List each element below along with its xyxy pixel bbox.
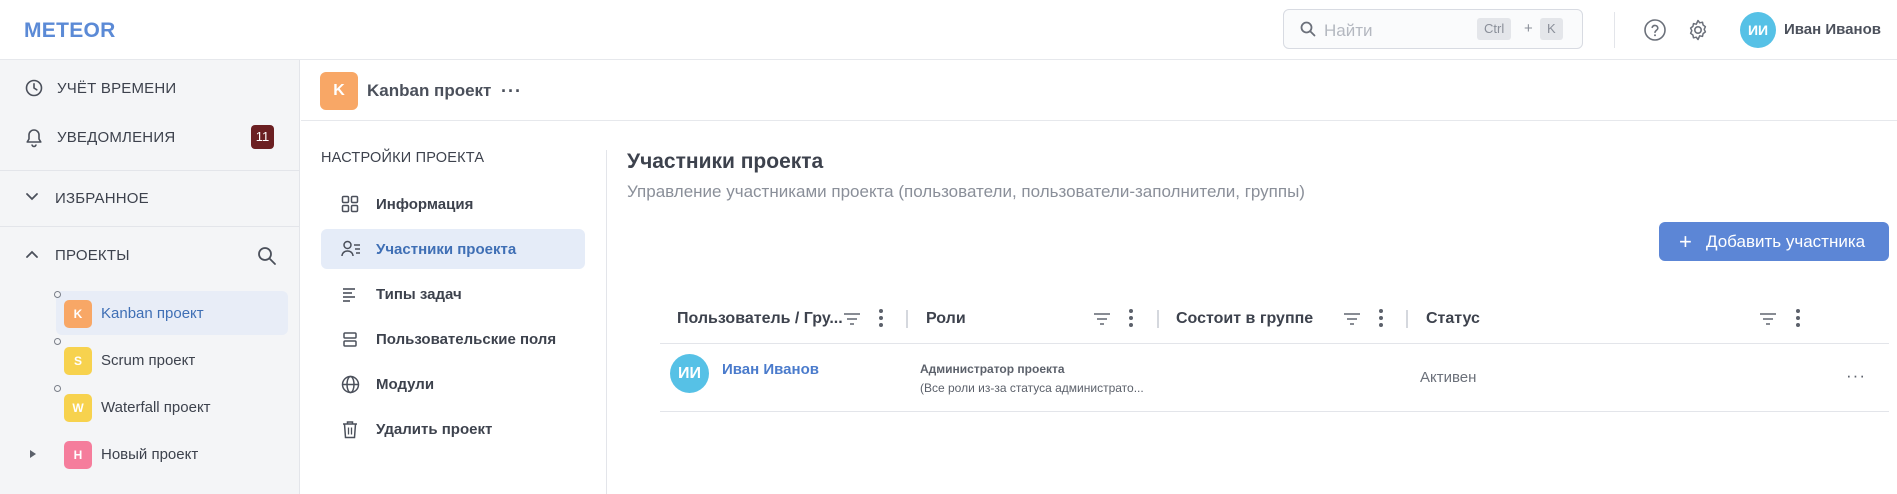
column-menu-icon[interactable] <box>1379 309 1383 329</box>
sidebar-section-label: ПРОЕКТЫ <box>55 247 130 264</box>
column-header-user[interactable]: Пользователь / Гру... <box>677 310 843 330</box>
column-menu-icon[interactable] <box>1796 309 1800 329</box>
search-icon <box>1300 21 1316 37</box>
project-item-kanban[interactable]: K Kanban проект <box>54 291 288 335</box>
search-box[interactable]: Найти Ctrl + K <box>1283 9 1583 49</box>
column-header-status[interactable]: Статус <box>1426 310 1480 330</box>
column-resize-handle[interactable] <box>1406 310 1408 328</box>
settings-nav-label: Типы задач <box>376 286 462 303</box>
bell-icon <box>26 129 42 148</box>
filter-icon[interactable] <box>1093 311 1111 327</box>
trash-icon <box>343 421 357 439</box>
add-member-button-label: Добавить участника <box>1706 232 1866 251</box>
member-status: Активен <box>1420 369 1477 386</box>
sidebar-item-label: УВЕДОМЛЕНИЯ <box>57 129 176 146</box>
globe-icon <box>341 375 360 394</box>
column-resize-handle[interactable] <box>906 310 908 328</box>
sidebar-item-time-tracking[interactable]: УЧЁТ ВРЕМЕНИ <box>0 68 300 108</box>
project-item-waterfall[interactable]: W Waterfall проект <box>54 385 288 429</box>
header-divider <box>1614 12 1615 48</box>
settings-nav-label: Информация <box>376 196 474 213</box>
settings-nav-label: Удалить проект <box>376 421 493 438</box>
user-avatar[interactable]: ИИ <box>1740 12 1776 48</box>
column-resize-handle[interactable] <box>1157 310 1159 328</box>
chevron-up-icon <box>26 250 38 258</box>
project-item-scrum[interactable]: S Scrum проект <box>54 338 288 382</box>
settings-nav-label: Участники проекта <box>376 241 517 258</box>
member-role-note: (Все роли из-за статуса администрато... <box>920 381 1144 395</box>
settings-nav-label: Пользовательские поля <box>376 331 557 348</box>
plus-icon: + <box>1679 229 1692 254</box>
chevron-down-icon <box>26 193 38 201</box>
column-menu-icon[interactable] <box>1129 309 1133 329</box>
column-menu-icon[interactable] <box>879 309 883 329</box>
project-tile: W <box>64 394 92 422</box>
settings-nav-modules[interactable]: Модули <box>321 364 585 404</box>
project-header: K Kanban проект ··· <box>301 60 1897 121</box>
project-name: Scrum проект <box>101 352 196 369</box>
project-title: Kanban проект <box>367 81 492 100</box>
column-header-group[interactable]: Состоит в группе <box>1176 310 1313 330</box>
column-header-roles[interactable]: Роли <box>926 310 966 330</box>
gear-icon[interactable] <box>1686 18 1710 42</box>
notifications-badge: 11 <box>251 125 274 149</box>
user-name[interactable]: Иван Иванов <box>1784 21 1881 38</box>
project-tile: Н <box>64 441 92 469</box>
shortcut-plus: + <box>1524 20 1533 37</box>
search-icon[interactable] <box>257 246 277 266</box>
list-icon <box>343 288 355 302</box>
search-input[interactable]: Найти <box>1324 21 1373 41</box>
fields-icon <box>343 332 357 347</box>
project-name: Kanban проект <box>101 305 204 322</box>
page-title: Участники проекта <box>627 150 824 173</box>
member-name-link[interactable]: Иван Иванов <box>722 361 819 378</box>
sidebar-section-favorites[interactable]: ИЗБРАННОЕ <box>0 178 300 218</box>
sidebar-item-notifications[interactable]: УВЕДОМЛЕНИЯ 11 <box>0 117 300 157</box>
sidebar-item-label: УЧЁТ ВРЕМЕНИ <box>57 80 177 97</box>
tree-node-icon <box>54 291 61 298</box>
content-divider <box>606 150 607 494</box>
tree-node-icon <box>54 385 61 392</box>
clock-icon <box>25 79 43 97</box>
app-logo[interactable]: METEOR <box>24 19 116 43</box>
filter-icon[interactable] <box>843 311 861 327</box>
project-name: Waterfall проект <box>101 399 211 416</box>
settings-nav-label: Модули <box>376 376 435 393</box>
settings-nav-members[interactable]: Участники проекта <box>321 229 585 269</box>
settings-nav-delete-project[interactable]: Удалить проект <box>321 409 585 449</box>
project-tile: K <box>64 300 92 328</box>
settings-nav-info[interactable]: Информация <box>321 184 585 224</box>
tree-node-icon <box>54 338 61 345</box>
project-tile: S <box>64 347 92 375</box>
top-header: METEOR Найти Ctrl + K ИИ Иван Иванов <box>0 0 1897 60</box>
shortcut-ctrl: Ctrl <box>1477 18 1512 40</box>
shortcut-k: K <box>1540 18 1563 40</box>
sidebar-divider <box>0 226 300 227</box>
table-header-divider <box>660 343 1889 344</box>
settings-title: НАСТРОЙКИ ПРОЕКТА <box>321 150 485 166</box>
member-avatar: ИИ <box>670 354 709 393</box>
sidebar: УЧЁТ ВРЕМЕНИ УВЕДОМЛЕНИЯ 11 ИЗБРАННОЕ ПР… <box>0 60 300 494</box>
settings-nav-task-types[interactable]: Типы задач <box>321 274 585 314</box>
expand-arrow-icon[interactable] <box>30 450 36 458</box>
table-row-divider <box>660 411 1889 412</box>
filter-icon[interactable] <box>1759 311 1777 327</box>
sidebar-section-projects[interactable]: ПРОЕКТЫ <box>0 235 300 275</box>
members-icon <box>341 240 360 257</box>
settings-nav-custom-fields[interactable]: Пользовательские поля <box>321 319 585 359</box>
page-subtitle: Управление участниками проекта (пользова… <box>627 182 1305 201</box>
member-role: Администратор проекта <box>920 362 1065 376</box>
project-tile: K <box>320 72 358 110</box>
sidebar-section-label: ИЗБРАННОЕ <box>55 190 149 207</box>
grid-icon <box>341 195 359 213</box>
sidebar-divider <box>0 170 300 171</box>
project-item-new[interactable]: Н Новый проект <box>56 432 288 476</box>
help-icon[interactable] <box>1643 18 1667 42</box>
add-member-button[interactable]: + Добавить участника <box>1659 222 1889 261</box>
row-more-icon[interactable]: ··· <box>1846 366 1866 386</box>
filter-icon[interactable] <box>1343 311 1361 327</box>
project-name: Новый проект <box>101 446 199 463</box>
more-icon[interactable]: ··· <box>501 81 522 102</box>
